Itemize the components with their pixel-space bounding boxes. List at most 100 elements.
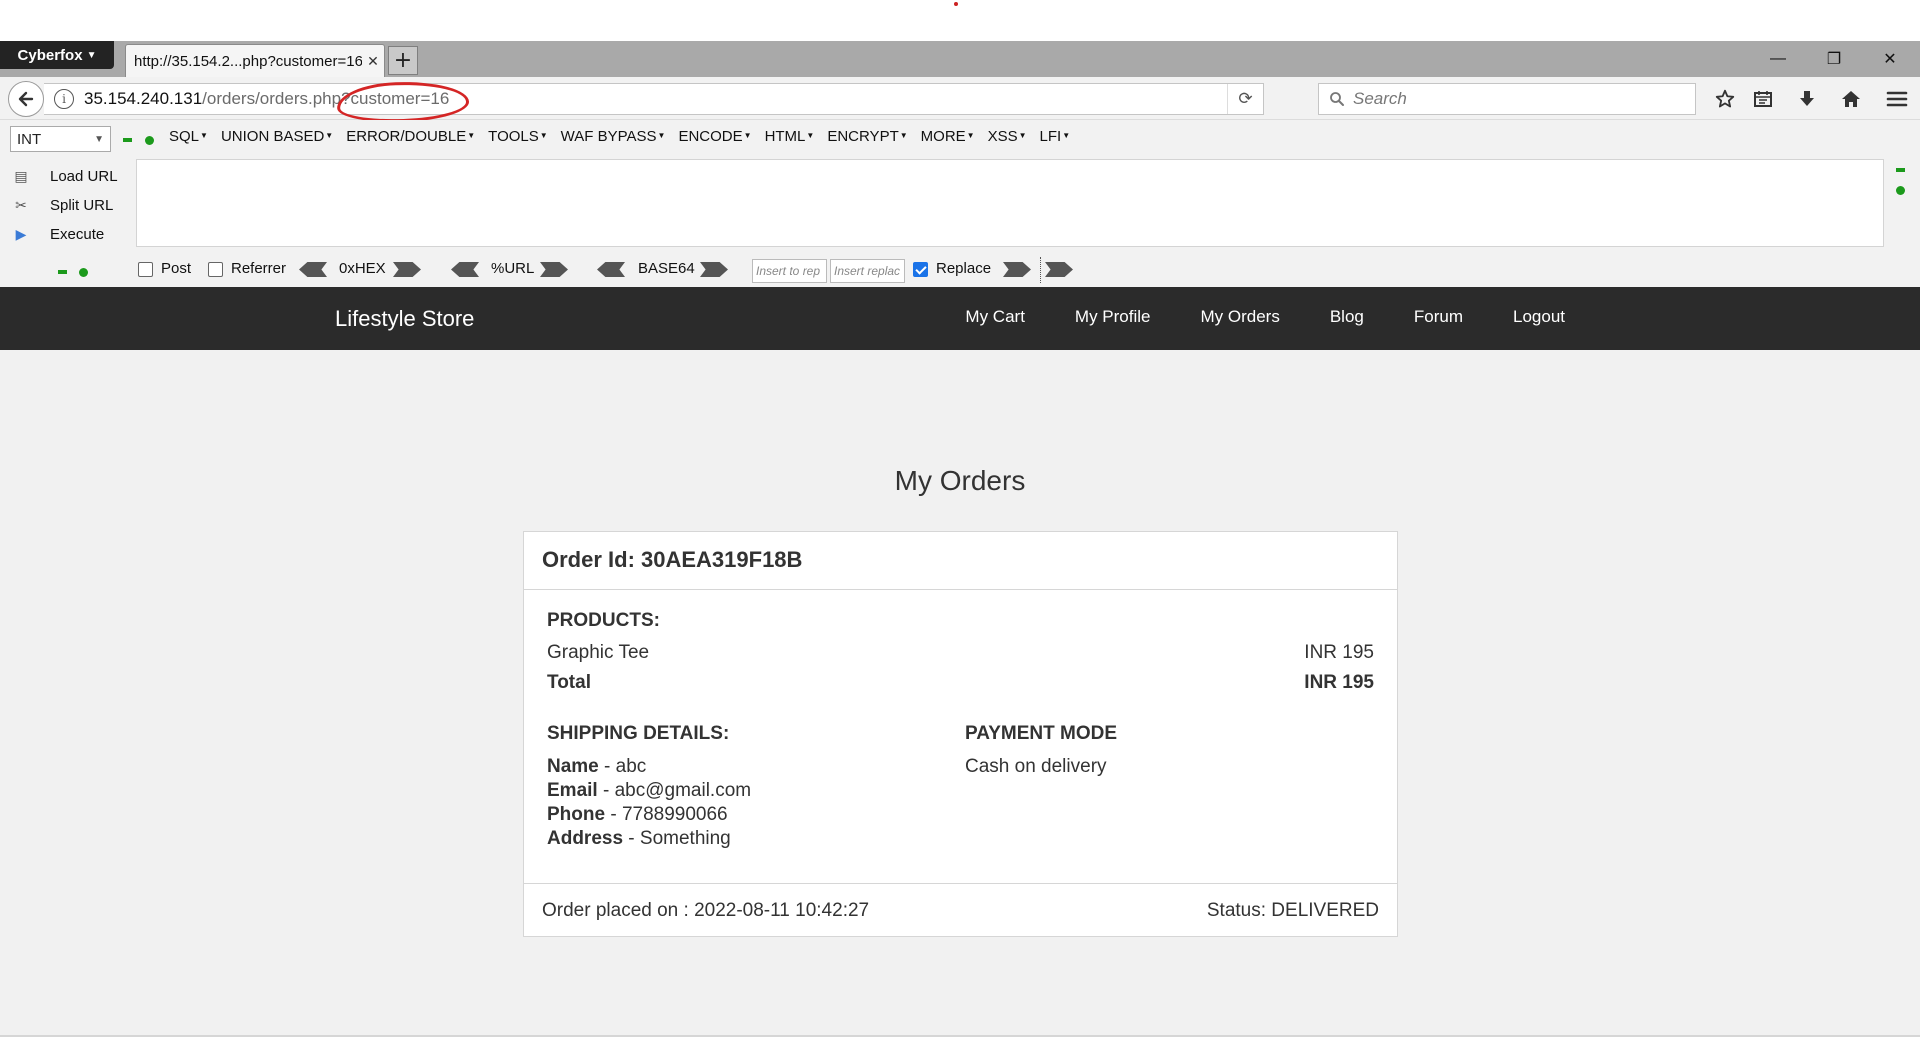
browser-tab[interactable]: http://35.154.2...php?customer=16 ✕ [125, 44, 385, 77]
referrer-checkbox[interactable] [208, 262, 223, 277]
menu-xss[interactable]: XSS▼ [988, 128, 1027, 145]
url-host: 35.154.240.131 [84, 89, 203, 108]
split-url-button[interactable]: ✂ Split URL [10, 191, 118, 220]
shipping-name: Name - abc [547, 756, 647, 777]
product-row: Graphic Tee INR 195 [547, 642, 1374, 664]
reload-icon[interactable]: ⟳ [1227, 84, 1263, 114]
info-icon[interactable]: i [54, 89, 74, 109]
post-label: Post [161, 260, 192, 277]
page-title: My Orders [894, 465, 1026, 496]
execute-label: Execute [50, 226, 105, 243]
nav-logout[interactable]: Logout [1513, 307, 1565, 327]
minus-icon[interactable] [58, 270, 67, 274]
shipping-email: Email - abc@gmail.com [547, 780, 752, 801]
url-encode-arrow-icon[interactable] [540, 262, 568, 277]
scissors-icon: ✂ [15, 197, 27, 213]
hackbar-actions: ▤ Load URL ✂ Split URL ▶ Execute [10, 162, 118, 249]
payment-title: PAYMENT MODE [965, 723, 1118, 744]
site-navbar: Lifestyle Store My Cart My Profile My Or… [0, 287, 1920, 350]
replace-all-arrow-icon[interactable] [1045, 262, 1073, 277]
split-url-label: Split URL [50, 197, 114, 214]
nav-forum[interactable]: Forum [1414, 307, 1463, 327]
base64-label: BASE64 [638, 260, 695, 277]
hackbar-options: Post Referrer 0xHEX %URL BASE64 Insert t… [0, 253, 1920, 287]
order-status: Status: DELIVERED [1206, 899, 1379, 921]
hex-encode-arrow-icon[interactable] [393, 262, 421, 277]
restore-icon[interactable]: ❐ [1806, 41, 1862, 77]
menu-encrypt[interactable]: ENCRYPT▼ [827, 128, 907, 145]
bookmark-star-icon[interactable] [1708, 83, 1742, 115]
menu-lfi[interactable]: LFI▼ [1040, 128, 1071, 145]
replace-checkbox[interactable] [913, 262, 928, 277]
back-button[interactable] [8, 81, 44, 117]
menu-error-double[interactable]: ERROR/DOUBLE▼ [346, 128, 475, 145]
hackbar-textarea[interactable] [136, 159, 1884, 247]
main-content: My Orders Order Id: 30AEA319F18B PRODUCT… [0, 350, 1920, 1037]
minus-icon[interactable] [1896, 168, 1905, 172]
total-row: Total INR 195 [547, 672, 1374, 694]
order-placed-on: Order placed on : 2022-08-11 10:42:27 [542, 899, 870, 921]
reading-list-icon[interactable] [1746, 83, 1780, 115]
shipping-address: Address - Something [547, 828, 731, 849]
menu-waf-bypass[interactable]: WAF BYPASS▼ [561, 128, 666, 145]
search-box[interactable]: Search [1318, 83, 1696, 115]
nav-blog[interactable]: Blog [1330, 307, 1364, 327]
total-value: INR 195 [1304, 672, 1374, 693]
load-url-button[interactable]: ▤ Load URL [10, 162, 117, 191]
printer-icon: ▤ [14, 168, 28, 184]
payment-details: PAYMENT MODE Cash on delivery [965, 723, 1117, 779]
hex-decode-arrow-icon[interactable] [299, 262, 327, 277]
plus-icon[interactable] [79, 268, 88, 277]
navigation-toolbar: i 35.154.240.131/orders/orders.php?custo… [0, 77, 1920, 120]
close-tab-icon[interactable]: ✕ [362, 53, 384, 70]
base64-encode-arrow-icon[interactable] [700, 262, 728, 277]
total-label: Total [547, 672, 591, 693]
post-checkbox[interactable] [138, 262, 153, 277]
order-card: Order Id: 30AEA319F18B PRODUCTS: Graphic… [523, 531, 1398, 937]
close-window-icon[interactable]: ✕ [1862, 41, 1918, 77]
execute-button[interactable]: ▶ Execute [10, 220, 118, 249]
browser-menu-button[interactable]: Cyberfox ▼ [0, 41, 114, 69]
minus-icon[interactable] [123, 138, 132, 142]
home-icon[interactable] [1834, 83, 1868, 115]
plus-icon[interactable] [1896, 186, 1905, 195]
menu-more[interactable]: MORE▼ [921, 128, 975, 145]
hex-label: 0xHEX [339, 260, 386, 277]
insert-replacement-input[interactable]: Insert replac [830, 259, 905, 283]
hamburger-menu-icon[interactable] [1880, 83, 1914, 115]
site-brand-link[interactable]: Lifestyle Store [335, 306, 474, 332]
base64-decode-arrow-icon[interactable] [597, 262, 625, 277]
hackbar-panel: INT ▼ SQL▼ UNION BASED▼ ERROR/DOUBLE▼ TO… [0, 120, 1920, 287]
download-icon[interactable] [1790, 83, 1824, 115]
url-decode-arrow-icon[interactable] [451, 262, 479, 277]
tab-title: http://35.154.2...php?customer=16 [134, 52, 362, 70]
replace-arrow-icon[interactable] [1003, 262, 1031, 277]
menu-html[interactable]: HTML▼ [765, 128, 815, 145]
menu-encode[interactable]: ENCODE▼ [678, 128, 751, 145]
annotation-dot [954, 2, 958, 6]
plus-icon[interactable] [145, 136, 154, 145]
product-price: INR 195 [1304, 642, 1374, 663]
shipping-title: SHIPPING DETAILS: [547, 723, 730, 744]
product-name: Graphic Tee [547, 642, 650, 663]
nav-my-cart[interactable]: My Cart [965, 307, 1025, 327]
hackbar-menu: SQL▼ UNION BASED▼ ERROR/DOUBLE▼ TOOLS▼ W… [169, 128, 1070, 145]
type-select-value: INT [17, 130, 42, 148]
search-icon [1330, 92, 1344, 106]
divider [1040, 257, 1041, 283]
new-tab-button[interactable]: + [388, 46, 418, 75]
menu-sql[interactable]: SQL▼ [169, 128, 208, 145]
nav-my-profile[interactable]: My Profile [1075, 307, 1151, 327]
nav-my-orders[interactable]: My Orders [1201, 307, 1280, 327]
menu-union-based[interactable]: UNION BASED▼ [221, 128, 333, 145]
insert-to-replace-input[interactable]: Insert to rep [752, 259, 827, 283]
search-placeholder: Search [1353, 89, 1407, 108]
chevron-down-icon: ▼ [94, 133, 104, 145]
referrer-label: Referrer [231, 260, 287, 277]
type-select[interactable]: INT ▼ [10, 126, 111, 152]
minimize-icon[interactable]: — [1750, 41, 1806, 77]
play-icon: ▶ [15, 226, 27, 242]
url-bar[interactable]: i 35.154.240.131/orders/orders.php?custo… [44, 83, 1264, 115]
tab-strip: Cyberfox ▼ http://35.154.2...php?custome… [0, 41, 1920, 77]
menu-tools[interactable]: TOOLS▼ [488, 128, 548, 145]
